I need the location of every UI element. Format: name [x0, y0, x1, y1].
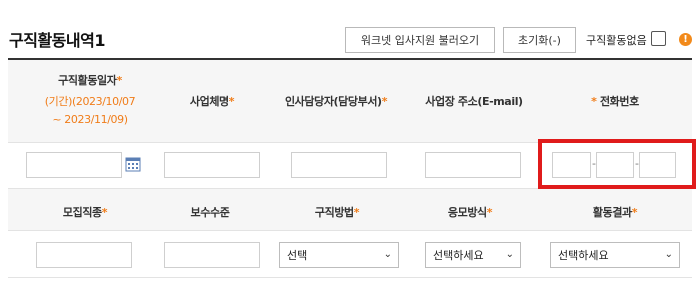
- phone-highlight-box: [538, 139, 696, 189]
- header-method: 구직방법*: [287, 204, 387, 220]
- header-activity-date: 구직활동일자*: [35, 72, 145, 88]
- method-select-value: 선택: [287, 249, 308, 262]
- pay-input[interactable]: [164, 242, 260, 268]
- required-mark: *: [228, 95, 235, 108]
- header-address-label: 사업장 주소(E-mail): [425, 95, 523, 108]
- header-position: 모집직종*: [35, 204, 135, 220]
- header-hr-contact: 인사담당자(담당부서)*: [276, 93, 396, 109]
- position-input[interactable]: [36, 242, 132, 268]
- chevron-down-icon: ⌄: [383, 249, 392, 260]
- hr-contact-input[interactable]: [291, 152, 387, 178]
- apply-way-select[interactable]: 선택하세요 ⌄: [425, 242, 521, 268]
- header-activity-date-label: 구직활동일자: [58, 74, 117, 87]
- header-phone-label: 전화번호: [599, 95, 639, 108]
- header-company-name-label: 사업체명: [189, 95, 229, 108]
- info-icon[interactable]: !: [679, 33, 692, 46]
- method-select[interactable]: 선택 ⌄: [279, 242, 399, 268]
- chevron-down-icon: ⌄: [505, 249, 514, 260]
- required-mark: *: [116, 74, 122, 87]
- header-hr-contact-label: 인사담당자(담당부서): [284, 95, 382, 108]
- activity-date-input[interactable]: [26, 152, 122, 178]
- calendar-icon[interactable]: [125, 156, 141, 172]
- no-activity-label: 구직활동없음: [586, 34, 647, 47]
- section-title: 구직활동내역1: [9, 31, 105, 50]
- company-name-input[interactable]: [164, 152, 260, 178]
- apply-way-select-value: 선택하세요: [433, 249, 484, 262]
- required-mark: *: [101, 206, 108, 219]
- required-mark: *: [353, 206, 360, 219]
- header-result: 활동결과*: [555, 204, 675, 220]
- header-date-period-line2: ~ 2023/11/09): [52, 113, 128, 126]
- required-mark: *: [631, 206, 638, 219]
- header-result-label: 활동결과: [592, 206, 632, 219]
- header-company-name: 사업체명*: [164, 93, 260, 109]
- result-select[interactable]: 선택하세요 ⌄: [550, 242, 680, 268]
- chevron-down-icon: ⌄: [664, 249, 673, 260]
- required-mark: *: [486, 206, 493, 219]
- header-pay-label: 보수수준: [190, 206, 230, 219]
- header-position-label: 모집직종: [62, 206, 102, 219]
- no-activity-checkbox[interactable]: [651, 31, 666, 46]
- address-input[interactable]: [425, 152, 521, 178]
- reset-button[interactable]: 초기화(-): [503, 27, 576, 53]
- import-worknet-button[interactable]: 워크넷 입사지원 불러오기: [345, 27, 495, 53]
- header-date-period-line1: (기간)(2023/10/07: [44, 95, 136, 108]
- header-phone: * 전화번호: [560, 93, 670, 109]
- header-pay: 보수수준: [160, 204, 260, 220]
- required-mark: *: [591, 95, 597, 108]
- header-apply-way-label: 응모방식: [447, 206, 487, 219]
- header-address: 사업장 주소(E-mail): [415, 93, 533, 109]
- result-select-value: 선택하세요: [558, 249, 609, 262]
- required-mark: *: [381, 95, 388, 108]
- header-method-label: 구직방법: [314, 206, 354, 219]
- header-apply-way: 응모방식*: [420, 204, 520, 220]
